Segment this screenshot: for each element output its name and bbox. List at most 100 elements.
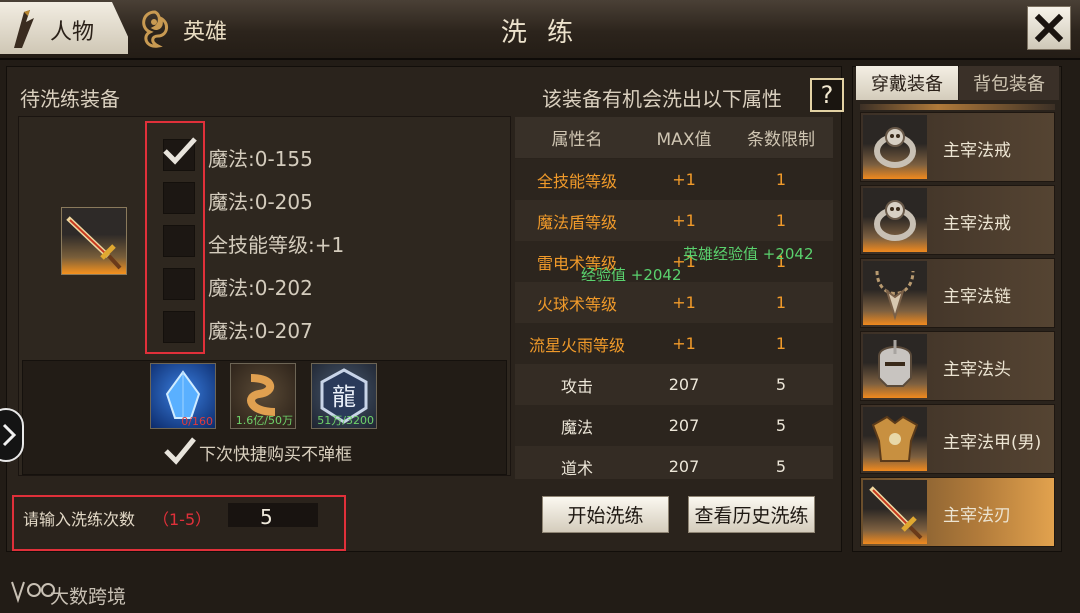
attribute-checkbox[interactable] bbox=[163, 268, 195, 300]
chevron-right-icon bbox=[2, 423, 17, 447]
item-icon-frame bbox=[863, 261, 927, 325]
armor-icon bbox=[871, 415, 919, 462]
equipment-name: 主宰法链 bbox=[943, 287, 1011, 307]
attribute-table[interactable]: 属性名 MAX值 条数限制 全技能等级 +1 1 魔法盾等级 +1 1 雷电术等… bbox=[515, 117, 833, 479]
material-quantity: 51万/3200 bbox=[317, 414, 374, 427]
attribute-checkbox[interactable] bbox=[163, 182, 195, 214]
attribute-label: 魔法:0-202 bbox=[208, 276, 313, 300]
item-icon-frame bbox=[863, 407, 927, 471]
start-refine-button[interactable]: 开始洗练 bbox=[542, 496, 669, 533]
close-button[interactable] bbox=[1027, 6, 1071, 50]
item-icon-frame bbox=[863, 480, 927, 544]
attribute-name: 全技能等级 bbox=[536, 171, 617, 191]
helmet-icon bbox=[878, 340, 912, 387]
page-title: 洗 练 bbox=[500, 18, 580, 48]
equipment-item-selected[interactable]: 主宰法刃 bbox=[860, 477, 1055, 547]
refine-count-range: （1-5） bbox=[153, 510, 212, 529]
equipment-name: 主宰法戒 bbox=[943, 141, 1011, 161]
close-icon bbox=[1034, 13, 1064, 43]
material-quantity: 1.6亿/50万 bbox=[235, 414, 293, 427]
equipment-item[interactable]: 主宰法甲(男) bbox=[860, 404, 1055, 474]
ring-icon bbox=[874, 200, 916, 241]
watermark-logo bbox=[8, 578, 56, 604]
sword-icon bbox=[66, 216, 122, 270]
ring-icon bbox=[874, 127, 916, 168]
watermark-text: 大数跨境 bbox=[50, 586, 127, 608]
attribute-name: 魔法盾等级 bbox=[536, 212, 617, 232]
attribute-name: 攻击 bbox=[560, 376, 593, 396]
attribute-label: 魔法:0-155 bbox=[208, 147, 313, 171]
column-header: 条数限制 bbox=[747, 130, 815, 150]
column-header: MAX值 bbox=[656, 130, 712, 150]
attribute-limit: 1 bbox=[775, 211, 787, 230]
tab-equipped[interactable]: 穿戴装备 bbox=[856, 66, 958, 100]
equipment-name: 主宰法戒 bbox=[943, 214, 1011, 234]
item-icon-frame bbox=[863, 334, 927, 398]
refine-count-input[interactable] bbox=[228, 503, 318, 527]
table-header: 属性名 MAX值 条数限制 bbox=[515, 117, 833, 158]
equipment-name: 主宰法甲(男) bbox=[943, 433, 1042, 453]
exp-gain-text: 经验值 +2042 bbox=[581, 266, 682, 284]
item-icon-frame bbox=[863, 115, 927, 179]
material-slot-2[interactable]: 1.6亿/50万 bbox=[230, 363, 296, 429]
checkmark-icon bbox=[163, 137, 197, 165]
equipment-item[interactable]: 主宰法戒 bbox=[860, 112, 1055, 182]
item-icon-frame bbox=[863, 188, 927, 252]
table-row: 魔法 207 5 bbox=[515, 405, 833, 446]
attribute-max: +1 bbox=[672, 211, 696, 230]
attribute-limit: 5 bbox=[775, 375, 787, 394]
attribute-max: +1 bbox=[672, 334, 696, 353]
equipment-item[interactable]: 主宰法头 bbox=[860, 331, 1055, 401]
attribute-max: +1 bbox=[672, 170, 696, 189]
attribute-limit: 5 bbox=[775, 416, 787, 435]
svg-text:龍: 龍 bbox=[332, 383, 356, 411]
material-slot-3[interactable]: 龍 51万/3200 bbox=[311, 363, 377, 429]
attribute-max: 207 bbox=[668, 375, 700, 394]
tab-bag[interactable]: 背包装备 bbox=[959, 66, 1059, 100]
attribute-limit: 1 bbox=[775, 293, 787, 312]
necklace-icon bbox=[875, 270, 915, 321]
help-button[interactable]: ? bbox=[810, 78, 844, 112]
table-row: 道术 207 5 bbox=[515, 446, 833, 479]
table-row: 攻击 207 5 bbox=[515, 364, 833, 405]
brand-logo-icon bbox=[11, 581, 55, 604]
attribute-max: 207 bbox=[668, 416, 700, 435]
attribute-limit: 1 bbox=[775, 334, 787, 353]
view-history-button[interactable]: 查看历史洗练 bbox=[688, 496, 815, 533]
refine-count-label: 请输入洗练次数 bbox=[23, 510, 136, 529]
attribute-checkbox[interactable] bbox=[163, 225, 195, 257]
table-row: 流星火雨等级 +1 1 bbox=[515, 323, 833, 364]
attribute-limit: 5 bbox=[775, 457, 787, 476]
equipment-name: 主宰法刃 bbox=[943, 506, 1011, 526]
column-header: 属性名 bbox=[551, 130, 603, 150]
refine-count-value: 5 bbox=[260, 505, 273, 529]
attribute-limit: 1 bbox=[775, 170, 787, 189]
attribute-max: +1 bbox=[672, 293, 696, 312]
table-row: 全技能等级 +1 1 bbox=[515, 159, 833, 200]
hero-exp-gain-text: 英雄经验值 +2042 bbox=[683, 245, 814, 263]
attribute-name: 流星火雨等级 bbox=[528, 335, 625, 355]
attribute-name: 道术 bbox=[560, 458, 593, 478]
table-row: 火球术等级 +1 1 bbox=[515, 282, 833, 323]
possible-attributes-title: 该装备有机会洗出以下属性 bbox=[542, 87, 782, 111]
checkmark-icon bbox=[164, 437, 196, 465]
equipment-item[interactable]: 主宰法戒 bbox=[860, 185, 1055, 255]
attribute-checkbox[interactable] bbox=[163, 311, 195, 343]
material-slot-1[interactable]: 0/160 bbox=[150, 363, 216, 429]
list-scroll-edge bbox=[860, 104, 1055, 110]
material-quantity: 0/160 bbox=[181, 415, 213, 428]
quick-buy-checkbox[interactable] bbox=[163, 436, 196, 466]
equipment-name: 主宰法头 bbox=[943, 360, 1011, 380]
quick-buy-label: 下次快捷购买不弹框 bbox=[199, 445, 352, 465]
equipment-slot[interactable] bbox=[61, 207, 127, 275]
attribute-name: 魔法 bbox=[560, 417, 593, 437]
attribute-checkbox[interactable] bbox=[163, 137, 197, 171]
pending-equipment-title: 待洗练装备 bbox=[20, 87, 120, 111]
attribute-label: 全技能等级:+1 bbox=[208, 233, 345, 257]
attribute-max: 207 bbox=[668, 457, 700, 476]
table-row: 魔法盾等级 +1 1 bbox=[515, 200, 833, 241]
equipment-item[interactable]: 主宰法链 bbox=[860, 258, 1055, 328]
attribute-label: 魔法:0-207 bbox=[208, 319, 313, 343]
sword-icon bbox=[869, 486, 923, 540]
side-expand-button[interactable] bbox=[0, 408, 24, 462]
